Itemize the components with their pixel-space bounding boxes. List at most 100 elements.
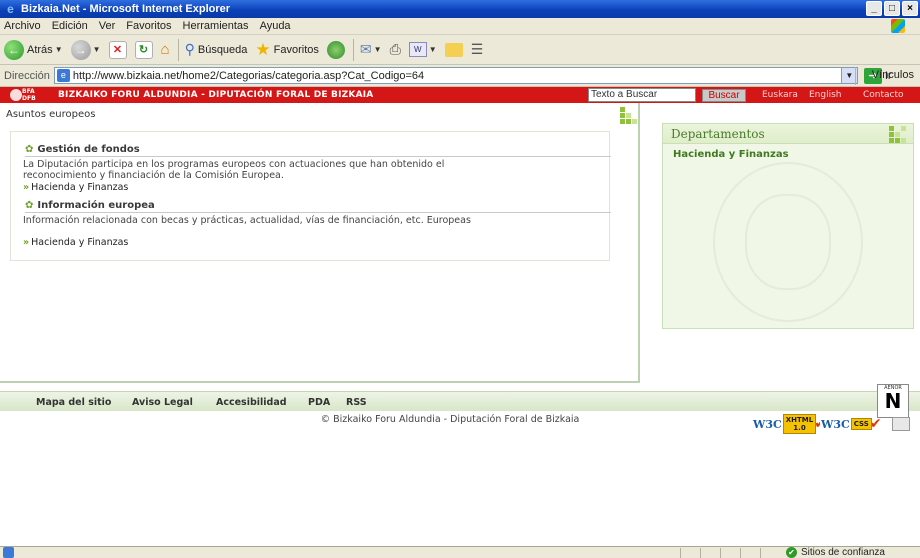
media-button[interactable] bbox=[326, 40, 345, 59]
menu-favoritos[interactable]: Favoritos bbox=[126, 20, 171, 32]
w3c-xhtml-badge[interactable]: W3C XHTML1.0 ✔ bbox=[752, 414, 826, 434]
printer-icon: ⎙ bbox=[389, 41, 401, 57]
page-viewport: BFA DFB BIZKAIKO FORU ALDUNDIA - DIPUTAC… bbox=[0, 87, 920, 546]
departments-panel: Departamentos Hacienda y Finanzas bbox=[662, 123, 914, 329]
links-button[interactable]: Vínculos bbox=[872, 69, 914, 81]
toolbar-separator bbox=[177, 38, 179, 61]
section-divider bbox=[25, 212, 611, 213]
section-heading-informacion: Información europea bbox=[37, 200, 155, 211]
lang-english-link[interactable]: English bbox=[809, 90, 842, 100]
section-description: Información relacionada con becas y prác… bbox=[23, 215, 471, 226]
maximize-button[interactable]: □ bbox=[884, 1, 900, 16]
css-label: CSS bbox=[850, 418, 872, 430]
forward-button[interactable]: → ▼ bbox=[70, 39, 101, 60]
forward-arrow-icon: → bbox=[70, 39, 91, 60]
page-status-icon bbox=[3, 547, 14, 558]
window-title-bar[interactable]: e Bizkaia.Net - Microsoft Internet Explo… bbox=[0, 0, 920, 18]
menu-ver[interactable]: Ver bbox=[99, 20, 116, 32]
footer-link-accessibility[interactable]: Accesibilidad bbox=[216, 397, 287, 408]
back-arrow-icon: ← bbox=[4, 39, 24, 60]
footer-link-sitemap[interactable]: Mapa del sitio bbox=[36, 397, 111, 408]
favorites-button[interactable]: ★ Favoritos bbox=[255, 40, 319, 60]
refresh-icon: ↻ bbox=[134, 40, 153, 59]
menu-ayuda[interactable]: Ayuda bbox=[260, 20, 291, 32]
logo-text-bfa: BFA bbox=[22, 88, 35, 95]
status-cell bbox=[720, 548, 740, 558]
ie-icon: e bbox=[7, 1, 14, 16]
windows-flag-icon bbox=[891, 19, 905, 33]
main-content: Asuntos europeos ✿ Gestión de fondos La … bbox=[0, 103, 640, 383]
search-button[interactable]: ⚲ Búsqueda bbox=[185, 41, 248, 58]
stop-button[interactable]: ✕ bbox=[108, 40, 127, 59]
security-zone[interactable]: ✔ Sitios de confianza bbox=[786, 547, 885, 558]
chevron-down-icon: ▼ bbox=[92, 45, 101, 54]
chevron-down-icon: ▼ bbox=[373, 45, 382, 54]
menu-archivo[interactable]: Archivo bbox=[4, 20, 41, 32]
grid-decor-icon bbox=[620, 107, 637, 124]
section-title: ✿ Gestión de fondos bbox=[25, 144, 140, 155]
page-icon: e bbox=[56, 69, 70, 82]
links-separator bbox=[855, 67, 856, 85]
minimize-button[interactable]: _ bbox=[866, 1, 882, 16]
logo-swoosh-icon bbox=[10, 89, 22, 101]
department-link-hacienda[interactable]: Hacienda y Finanzas bbox=[673, 149, 789, 160]
favorites-label: Favoritos bbox=[273, 43, 319, 56]
mail-button[interactable]: ✉ ▼ bbox=[360, 41, 382, 58]
menu-bar: Archivo Edición Ver Favoritos Herramient… bbox=[0, 18, 920, 35]
print-button[interactable]: ⎙ bbox=[390, 41, 401, 58]
edit-button[interactable]: W ▼ bbox=[408, 42, 437, 57]
research-button[interactable]: ☰ bbox=[471, 41, 484, 58]
breadcrumb: Asuntos europeos bbox=[6, 109, 96, 120]
section-link-label: Hacienda y Finanzas bbox=[31, 182, 129, 193]
leaf-icon: ✿ bbox=[25, 200, 34, 211]
w3c-label: W3C bbox=[820, 417, 851, 431]
mail-icon: ✉ bbox=[359, 41, 372, 57]
status-cell bbox=[680, 548, 700, 558]
footer-link-pda[interactable]: PDA bbox=[308, 397, 330, 408]
departments-header: Departamentos bbox=[663, 124, 913, 144]
address-label: Dirección bbox=[4, 69, 50, 82]
refresh-button[interactable]: ↻ bbox=[134, 40, 153, 59]
menu-edicion[interactable]: Edición bbox=[52, 20, 88, 32]
address-url: http://www.bizkaia.net/home2/Categorias/… bbox=[72, 69, 425, 82]
lang-euskara-link[interactable]: Euskara bbox=[762, 90, 798, 100]
footer-link-rss[interactable]: RSS bbox=[346, 397, 367, 408]
home-button[interactable]: ⌂ bbox=[161, 41, 170, 58]
stop-icon: ✕ bbox=[108, 40, 127, 59]
status-cell bbox=[760, 548, 780, 558]
aenor-badge[interactable]: AENOR N bbox=[877, 384, 909, 418]
certificate-icon bbox=[892, 417, 910, 431]
w3c-css-badge[interactable]: W3C CSS ✔ bbox=[820, 415, 882, 433]
folder-button[interactable] bbox=[444, 42, 463, 57]
grid-decor-icon bbox=[889, 126, 906, 143]
logo-text-dfb: DFB bbox=[22, 95, 36, 102]
w3c-label: W3C bbox=[752, 417, 783, 431]
double-chevron-icon: » bbox=[23, 182, 30, 193]
toolbar: ← Atrás ▼ → ▼ ✕ ↻ ⌂ ⚲ Búsqueda ★ Favorit… bbox=[0, 35, 920, 65]
site-search-input[interactable]: Texto a Buscar bbox=[588, 88, 696, 102]
tree-watermark bbox=[713, 162, 863, 322]
research-icon: ☰ bbox=[470, 41, 484, 57]
checkmark-icon: ✔ bbox=[869, 416, 882, 432]
menu-herramientas[interactable]: Herramientas bbox=[183, 20, 249, 32]
address-input[interactable]: e http://www.bizkaia.net/home2/Categoria… bbox=[53, 67, 858, 84]
section-link-label: Hacienda y Finanzas bbox=[31, 237, 129, 248]
close-button[interactable]: × bbox=[902, 1, 918, 16]
site-search-button[interactable]: Buscar bbox=[702, 89, 746, 102]
status-cell bbox=[740, 548, 760, 558]
xhtml-label: XHTML 1.0 bbox=[782, 414, 817, 434]
dfb-logo[interactable]: BFA DFB bbox=[10, 87, 48, 103]
section-link-hacienda[interactable]: » Hacienda y Finanzas bbox=[23, 237, 128, 248]
section-divider bbox=[25, 156, 611, 157]
leaf-icon: ✿ bbox=[25, 144, 34, 155]
section-link-hacienda[interactable]: » Hacienda y Finanzas bbox=[23, 182, 128, 193]
zone-label: Sitios de confianza bbox=[801, 547, 885, 558]
window-controls: _ □ × bbox=[866, 1, 918, 16]
status-cell bbox=[700, 548, 720, 558]
back-button[interactable]: ← Atrás ▼ bbox=[4, 39, 63, 60]
footer-link-legal[interactable]: Aviso Legal bbox=[132, 397, 193, 408]
double-chevron-icon: » bbox=[23, 237, 30, 248]
contact-link[interactable]: Contacto bbox=[863, 90, 904, 100]
org-name: BIZKAIKO FORU ALDUNDIA - DIPUTACIÓN FORA… bbox=[58, 90, 374, 100]
word-icon: W bbox=[408, 42, 427, 57]
